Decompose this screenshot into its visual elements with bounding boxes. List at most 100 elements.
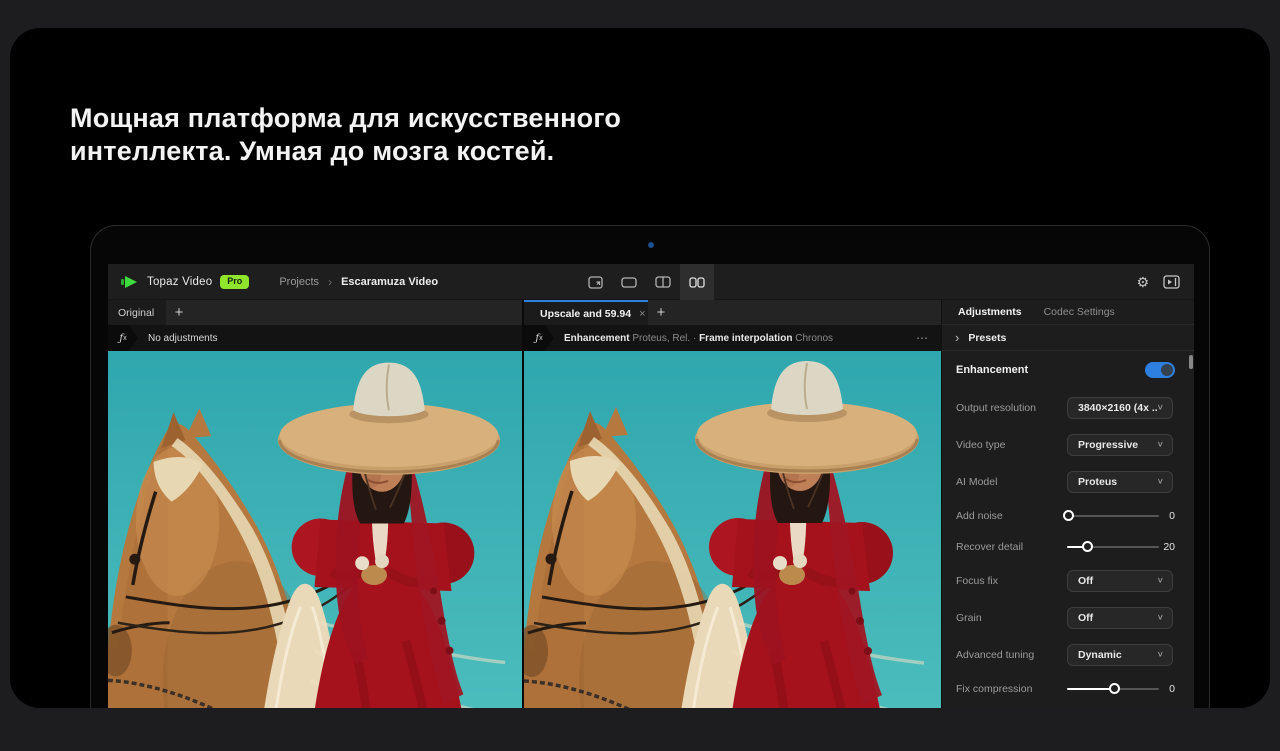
panel-row: Output resolution3840×2160 (4x ...∨: [956, 389, 1175, 426]
setting-label: AI Model: [956, 476, 1067, 488]
setting-dropdown[interactable]: Off∨: [1067, 607, 1173, 629]
no-adjustments-label: No adjustments: [148, 333, 217, 344]
tab-strip: Original + Upscale and 59.94 × +: [108, 300, 941, 325]
setting-label: Add noise: [956, 510, 1067, 522]
dropdown-value: Off: [1078, 575, 1157, 587]
side-by-side-view-button[interactable]: [680, 264, 714, 300]
applied-filters-label: Enhancement Proteus, Rel. · Frame interp…: [564, 333, 833, 344]
tab-original[interactable]: Original: [108, 300, 166, 325]
frame-interp-filter-name: Frame interpolation: [699, 333, 792, 344]
dropdown-value: Dynamic: [1078, 649, 1157, 661]
more-options-icon[interactable]: ⋯: [916, 331, 929, 345]
setting-dropdown[interactable]: Proteus∨: [1067, 471, 1173, 493]
setting-slider[interactable]: [1067, 678, 1159, 700]
topaz-logo-icon: [121, 275, 139, 289]
setting-slider[interactable]: [1067, 505, 1159, 527]
slider-track[interactable]: [1067, 515, 1159, 517]
slider-value: 20: [1159, 541, 1175, 553]
single-view-button[interactable]: [612, 264, 646, 300]
setting-slider[interactable]: [1067, 536, 1159, 558]
enhancement-filter-name: Enhancement: [564, 333, 630, 344]
view-mode-group: [578, 264, 714, 300]
marketing-card: Мощная платформа для искусственного инте…: [10, 28, 1270, 708]
add-tab-left-button[interactable]: +: [166, 300, 192, 325]
filterbar-upscale: ƒx Enhancement Proteus, Rel. · Frame int…: [524, 325, 941, 351]
brand[interactable]: Topaz Video Pro: [108, 275, 249, 289]
setting-dropdown[interactable]: Progressive∨: [1067, 434, 1173, 456]
breadcrumb: Projects › Escaramuza Video: [279, 275, 438, 289]
settings-gear-button[interactable]: ⚙: [1136, 275, 1149, 289]
setting-dropdown[interactable]: 3840×2160 (4x ...∨: [1067, 397, 1173, 419]
slider-handle[interactable]: [1082, 541, 1093, 552]
single-view-icon: [621, 277, 637, 288]
tab-upscale[interactable]: Upscale and 59.94 ×: [524, 300, 648, 325]
app-window: Topaz Video Pro Projects › Escaramuza Vi…: [108, 264, 1194, 708]
scale-view-button[interactable]: [578, 264, 612, 300]
topbar: Topaz Video Pro Projects › Escaramuza Vi…: [108, 264, 1194, 300]
chevron-down-icon: ∨: [1157, 613, 1164, 622]
chevron-down-icon: ∨: [1157, 650, 1164, 659]
topbar-right-group: ⚙: [1136, 264, 1194, 300]
tab-upscale-label: Upscale and 59.94: [540, 308, 631, 320]
slider-value: 0: [1159, 510, 1175, 522]
tab-close-icon[interactable]: ×: [639, 308, 645, 320]
enhancement-filter-detail: Proteus, Rel.: [632, 333, 690, 344]
fx-icon: ƒx: [524, 325, 554, 351]
filterbar-original: ƒx No adjustments: [108, 325, 522, 351]
hero-heading-line1: Мощная платформа для искусственного: [70, 102, 621, 135]
setting-dropdown[interactable]: Off∨: [1067, 570, 1173, 592]
panel-row: AI ModelProteus∨: [956, 463, 1175, 500]
adjustments-panel: Adjustments Codec Settings › Presets Enh…: [941, 300, 1194, 708]
panel-row: Fix compression 0: [956, 673, 1175, 704]
video-preview-original[interactable]: [108, 351, 522, 708]
split-view-button[interactable]: [646, 264, 680, 300]
add-tab-right-button[interactable]: +: [648, 300, 674, 325]
setting-label: Recover detail: [956, 541, 1067, 553]
slider-value: 0: [1159, 683, 1175, 695]
setting-label: Grain: [956, 612, 1067, 624]
chevron-down-icon: ∨: [1157, 403, 1164, 412]
panel-row: Improve detail8: [956, 704, 1175, 708]
video-frame-upscaled: [524, 351, 941, 708]
presets-label: Presets: [968, 332, 1006, 344]
dropdown-value: Progressive: [1078, 439, 1157, 451]
panel-row: Add noise 0: [956, 500, 1175, 531]
setting-dropdown[interactable]: Dynamic∨: [1067, 644, 1173, 666]
side-by-side-view-icon: [689, 277, 705, 288]
video-frame-original: [108, 351, 522, 708]
panel-tab-bar: Adjustments Codec Settings: [942, 300, 1194, 325]
export-panel-button[interactable]: [1163, 275, 1180, 289]
fx-x: x: [539, 335, 543, 342]
page: Мощная платформа для искусственного инте…: [0, 0, 1280, 751]
camera-dot: [648, 242, 654, 248]
fx-icon: ƒx: [108, 325, 138, 351]
panel-row: Advanced tuningDynamic∨: [956, 636, 1175, 673]
setting-label: Focus fix: [956, 575, 1067, 587]
video-preview-upscaled[interactable]: [524, 351, 941, 708]
slider-handle[interactable]: [1109, 683, 1120, 694]
tab-adjustments[interactable]: Adjustments: [958, 306, 1022, 318]
pro-badge: Pro: [220, 275, 249, 289]
presets-expander[interactable]: › Presets: [942, 325, 1194, 351]
panel-row: Focus fixOff∨: [956, 562, 1175, 599]
chevron-down-icon: ∨: [1157, 477, 1164, 486]
split-view-icon: [655, 276, 671, 288]
frame-interp-filter-detail: Chronos: [795, 333, 833, 344]
hero-heading-line2: интеллекта. Умная до мозга костей.: [70, 135, 621, 168]
chevron-down-icon: ∨: [1157, 576, 1164, 585]
enhancement-toggle[interactable]: [1145, 362, 1175, 378]
device-mockup: Topaz Video Pro Projects › Escaramuza Vi…: [90, 225, 1210, 708]
enhancement-section-label: Enhancement: [956, 364, 1028, 376]
tab-codec-settings[interactable]: Codec Settings: [1044, 306, 1115, 318]
chevron-right-icon: ›: [955, 331, 959, 344]
breadcrumb-projects[interactable]: Projects: [279, 276, 319, 288]
setting-label: Fix compression: [956, 683, 1067, 695]
panel-row: Recover detail 20: [956, 531, 1175, 562]
settings-rows: Output resolution3840×2160 (4x ...∨Video…: [956, 389, 1175, 708]
fx-x: x: [123, 335, 127, 342]
panel-body: Enhancement Output resolution3840×2160 (…: [942, 351, 1194, 708]
breadcrumb-current: Escaramuza Video: [341, 276, 438, 288]
slider-handle[interactable]: [1063, 510, 1074, 521]
chevron-down-icon: ∨: [1157, 440, 1164, 449]
dropdown-value: 3840×2160 (4x ...: [1078, 402, 1157, 414]
